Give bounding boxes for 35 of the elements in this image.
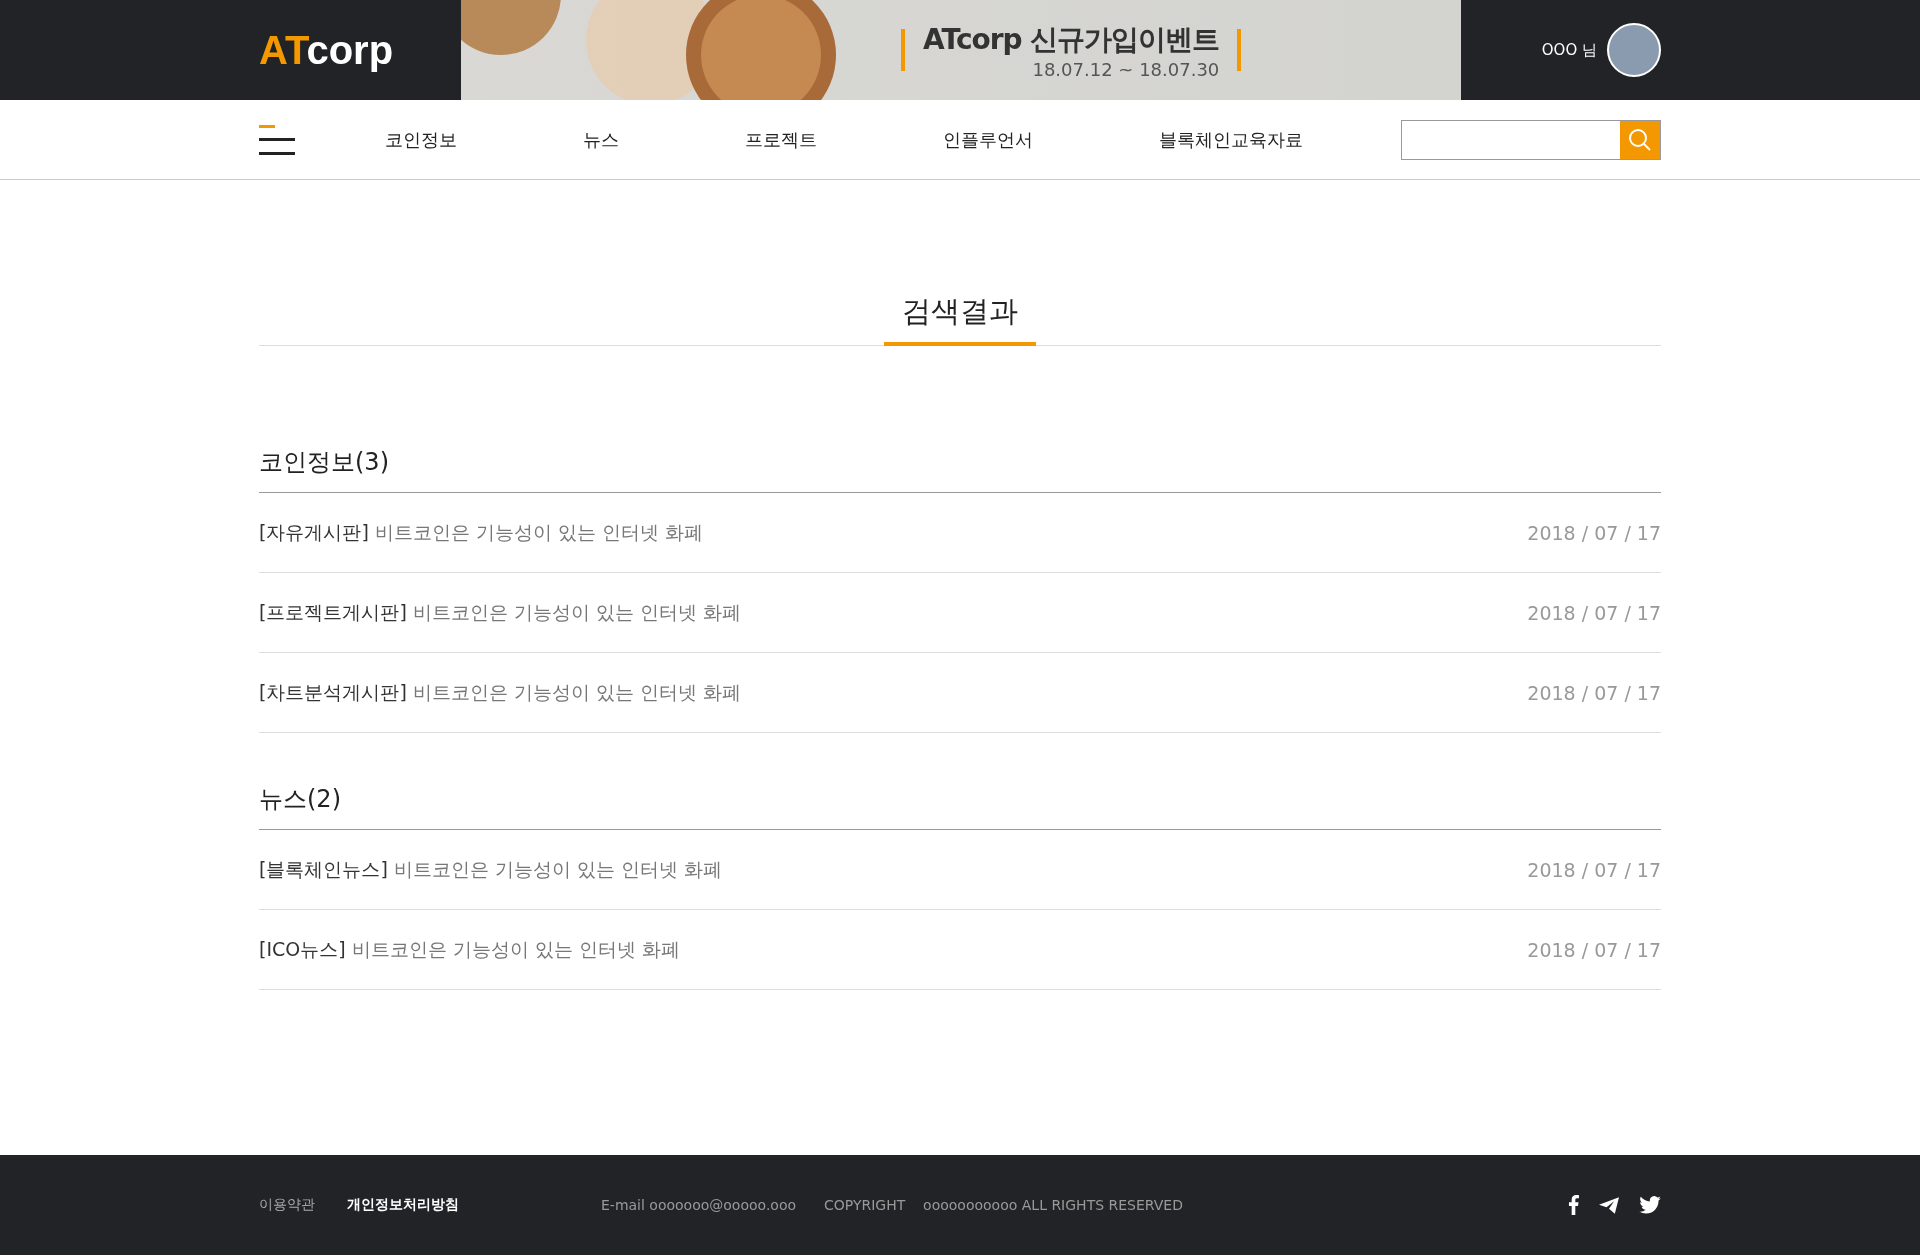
search-field[interactable] [1401,119,1661,160]
logo[interactable]: ATcorp [259,27,461,73]
result-date: 2018 / 07 / 17 [1527,601,1661,624]
result-link[interactable]: [프로젝트게시판] 비트코인은 기능성이 있는 인터넷 화폐 [259,599,742,626]
result-link[interactable]: [ICO뉴스] 비트코인은 기능성이 있는 인터넷 화폐 [259,936,680,963]
copyright: COPYRIGHT ooooooooooo ALL RIGHTS RESERVED [824,1197,1183,1213]
facebook-icon[interactable] [1568,1195,1579,1215]
result-date: 2018 / 07 / 17 [1527,681,1661,704]
nav-link[interactable]: 코인정보 [385,127,457,152]
footer-email: E-mail ooooooo@ooooo.ooo [601,1197,797,1213]
event-banner[interactable]: ATcorp 신규가입이벤트 18.07.12 ~ 18.07.30 [461,0,1461,100]
footer-link[interactable]: 개인정보처리방침 [347,1196,459,1214]
menu-icon[interactable] [259,124,295,155]
result-date: 2018 / 07 / 17 [1527,521,1661,544]
user-name[interactable]: OOO 님 [1541,40,1597,60]
result-date: 2018 / 07 / 17 [1527,858,1661,881]
search-button[interactable] [1620,120,1660,159]
paper-plane-icon[interactable] [1599,1196,1619,1214]
avatar[interactable] [1607,23,1661,77]
result-link[interactable]: [블록체인뉴스] 비트코인은 기능성이 있는 인터넷 화폐 [259,856,723,883]
section-heading: 코인정보(3) [259,446,1661,493]
nav-link[interactable]: 인플루언서 [943,127,1033,152]
nav-link[interactable]: 블록체인교육자료 [1159,127,1303,152]
result-link[interactable]: [자유게시판] 비트코인은 기능성이 있는 인터넷 화폐 [259,519,704,546]
bird-icon[interactable] [1639,1196,1661,1214]
nav-link[interactable]: 뉴스 [583,127,619,152]
footer-link[interactable]: 이용약관 [259,1196,315,1214]
banner-title: ATcorp 신규가입이벤트 [923,21,1220,58]
nav-link[interactable]: 프로젝트 [745,127,817,152]
section-heading: 뉴스(2) [259,783,1661,830]
result-date: 2018 / 07 / 17 [1527,938,1661,961]
search-icon [1628,127,1652,152]
result-link[interactable]: [차트분석게시판] 비트코인은 기능성이 있는 인터넷 화폐 [259,679,742,706]
page-title: 검색결과 [884,292,1036,346]
banner-dates: 18.07.12 ~ 18.07.30 [1032,58,1220,80]
